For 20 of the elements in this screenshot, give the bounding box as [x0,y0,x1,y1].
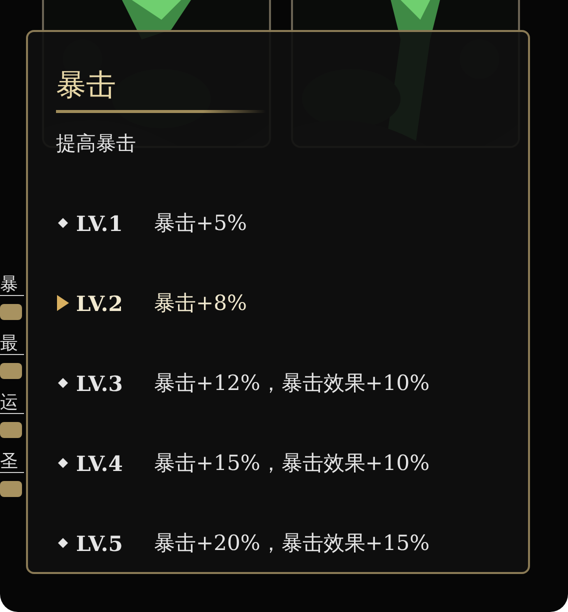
tooltip-title: 暴击 [56,67,117,105]
level-pip [0,304,22,320]
level-label: LV.4 [76,450,124,476]
level-label: LV.1 [76,210,124,236]
level-effect: 暴击+5% [154,210,247,237]
level-label: LV.5 [76,530,124,556]
level-label: LV.3 [76,370,124,396]
level-pip [0,363,22,379]
skill-name[interactable]: 暴 [0,275,24,296]
level-effect: 暴击+12%，暴击效果+10% [154,370,430,397]
skill-description: 提高暴击 [56,130,137,157]
skill-name[interactable]: 最 [0,334,24,355]
level-pip [0,481,22,497]
level-effect: 暴击+20%，暴击效果+15% [154,530,430,557]
level-label: LV.2 [76,290,124,316]
skill-name[interactable]: 运 [0,393,24,414]
level-pip [0,422,22,438]
level-effect: 暴击+15%，暴击效果+10% [154,450,430,477]
skill-name[interactable]: 圣 [0,452,24,473]
level-effect: 暴击+8% [154,290,247,317]
